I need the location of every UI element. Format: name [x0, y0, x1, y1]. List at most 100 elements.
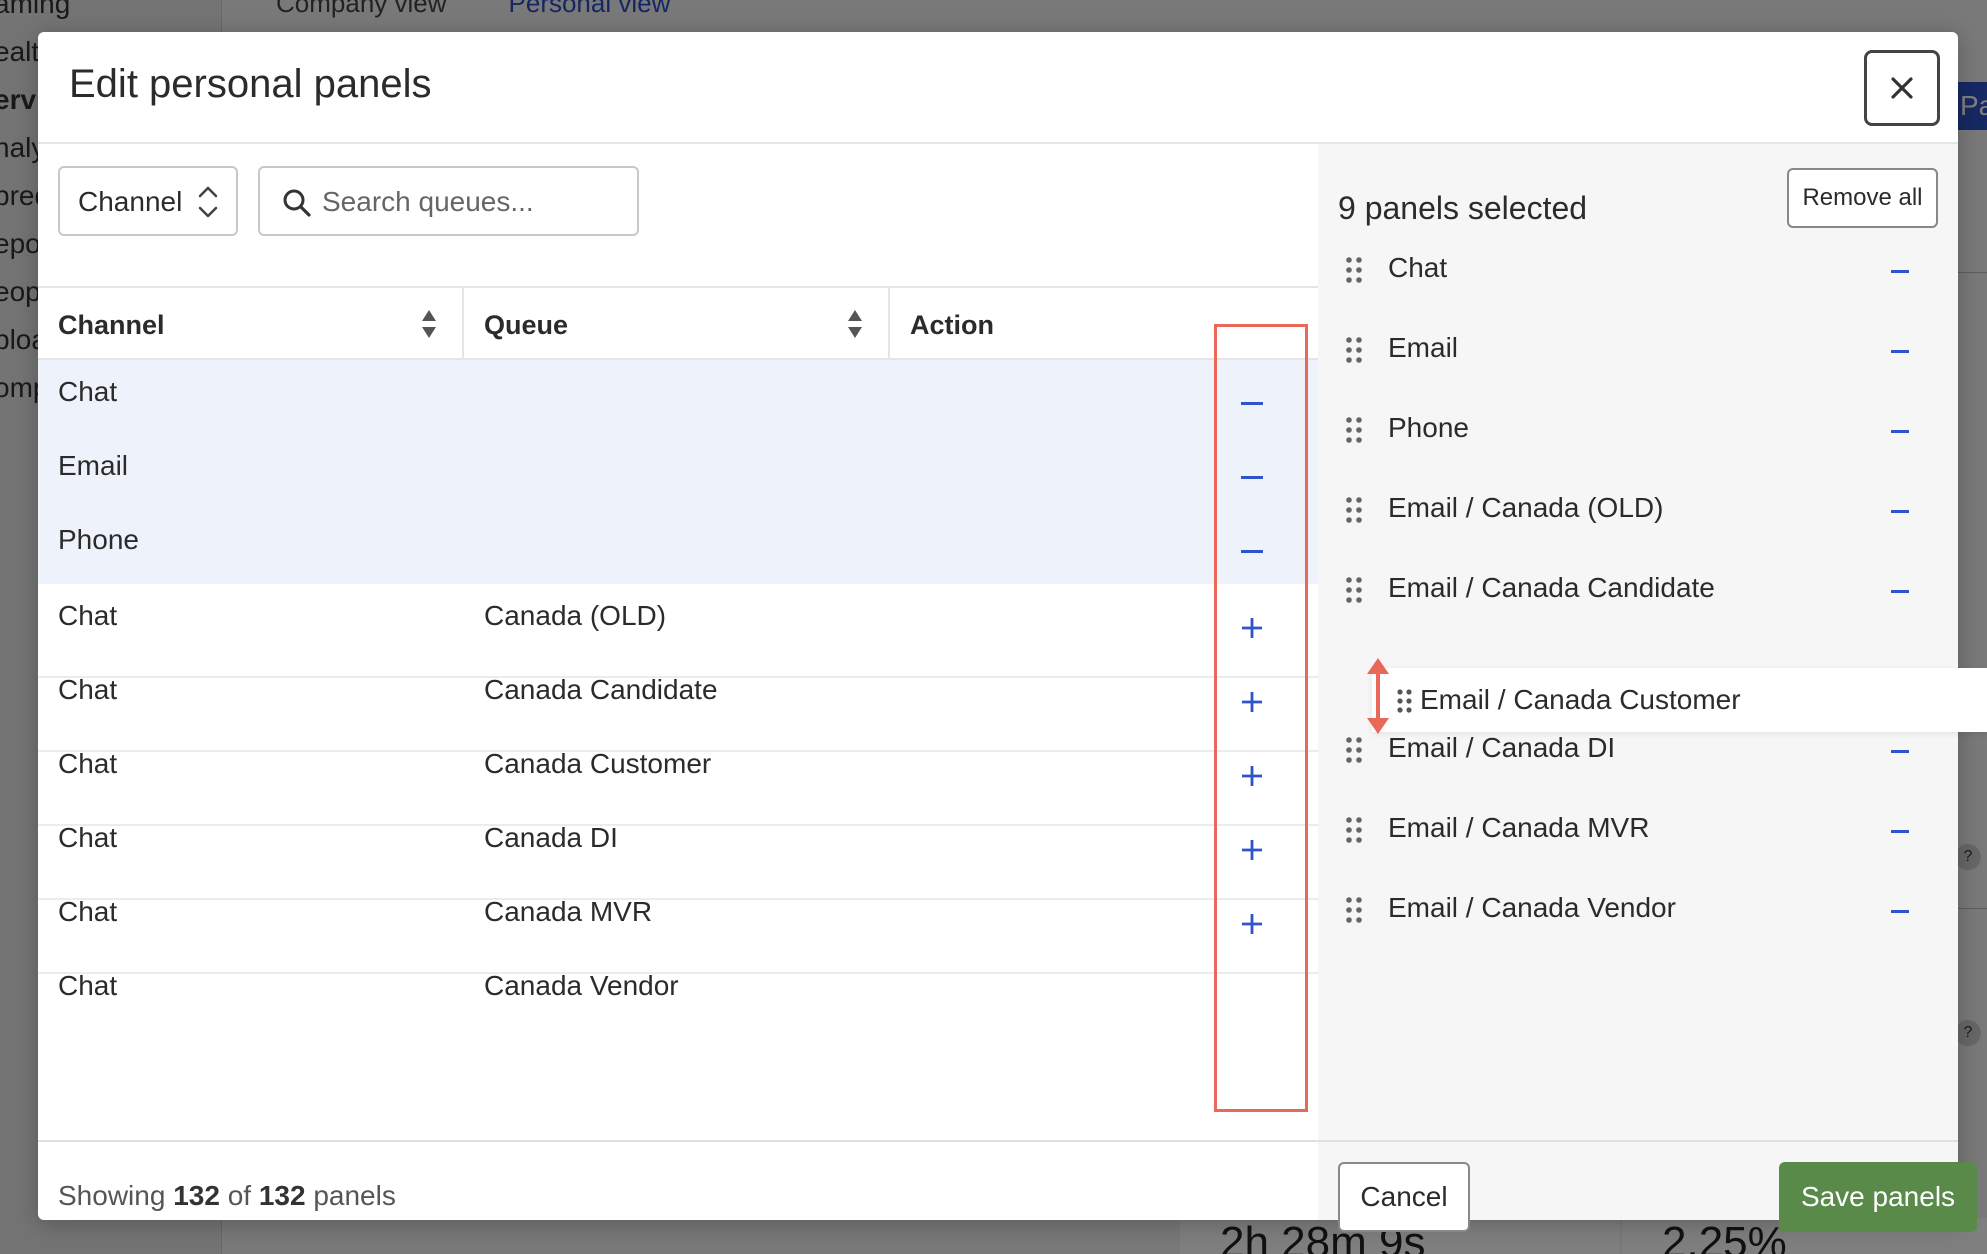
remove-selected-panel-button[interactable] — [1880, 892, 1920, 932]
showing-suffix: panels — [313, 1180, 396, 1211]
selected-panel-label: Email / Canada (OLD) — [1388, 492, 1664, 523]
row-channel: Chat — [58, 376, 118, 407]
column-header-action: Action — [890, 288, 1318, 360]
selected-panel-item[interactable]: Email — [1318, 322, 1958, 382]
column-header-queue[interactable]: Queue — [464, 288, 890, 360]
showing-of: of — [227, 1180, 252, 1211]
column-header-label: Queue — [484, 310, 569, 340]
selected-panel-label: Email — [1388, 332, 1459, 363]
selected-panel-label: Email / Canada Vendor — [1388, 892, 1676, 923]
minus-icon — [1891, 750, 1909, 753]
remove-selected-panel-button[interactable] — [1880, 812, 1920, 852]
drag-handle-icon[interactable] — [1344, 492, 1364, 528]
sort-icon[interactable] — [846, 308, 864, 340]
remove-selected-panel-button[interactable] — [1880, 412, 1920, 452]
table-row: Chat Canada Vendor — [38, 954, 1318, 1048]
drag-handle-icon[interactable] — [1344, 732, 1364, 768]
selected-panel-item[interactable]: Phone — [1318, 402, 1958, 462]
drag-handle-icon[interactable] — [1344, 412, 1364, 448]
modal-header: Edit personal panels — [38, 32, 1958, 144]
row-queue: Canada Vendor — [484, 970, 679, 1001]
remove-all-button[interactable]: Remove all — [1787, 168, 1938, 228]
remove-selected-panel-button[interactable] — [1880, 252, 1920, 292]
drag-handle-icon[interactable] — [1344, 812, 1364, 848]
add-panel-button[interactable] — [1232, 682, 1272, 722]
column-header-label: Channel — [58, 310, 165, 340]
minus-icon — [1891, 350, 1909, 353]
minus-icon — [1891, 270, 1909, 273]
selected-panel-item[interactable]: Email / Canada MVR — [1318, 802, 1958, 862]
remove-panel-button[interactable] — [1232, 384, 1272, 424]
drag-handle-icon[interactable] — [1344, 252, 1364, 288]
minus-icon — [1241, 476, 1263, 479]
drag-handle-icon[interactable] — [1396, 686, 1414, 716]
close-button[interactable] — [1864, 50, 1940, 126]
drag-handle-icon[interactable] — [1344, 572, 1364, 608]
minus-icon — [1241, 402, 1263, 405]
plus-icon — [1242, 766, 1262, 786]
chevron-up-down-icon — [198, 186, 218, 218]
add-panel-button[interactable] — [1232, 904, 1272, 944]
column-header-label: Action — [910, 310, 994, 340]
selected-panel-item[interactable]: Email / Canada (OLD) — [1318, 482, 1958, 542]
channel-filter-select[interactable]: Channel — [58, 166, 238, 236]
row-channel: Chat — [58, 600, 118, 631]
edit-panels-modal: Edit personal panels Channel Channel — [38, 32, 1977, 1232]
add-panel-button[interactable] — [1232, 830, 1272, 870]
available-panels-pane: Channel Channel Queue — [38, 144, 1318, 1220]
plus-icon — [1242, 618, 1262, 638]
minus-icon — [1891, 830, 1909, 833]
close-icon — [1891, 77, 1913, 99]
add-panel-button[interactable] — [1232, 608, 1272, 648]
showing-prefix: Showing — [58, 1180, 166, 1211]
row-channel: Email — [58, 450, 129, 481]
save-panels-button[interactable]: Save panels — [1779, 1162, 1977, 1232]
panels-selected-count: 9 panels selected — [1338, 190, 1588, 226]
dragging-panel-item[interactable]: Email / Canada Customer — [1372, 668, 1987, 732]
row-channel: Chat — [58, 970, 118, 1001]
showing-total: 132 — [258, 1180, 306, 1211]
search-queues-input[interactable] — [322, 180, 622, 224]
column-header-channel[interactable]: Channel — [38, 288, 464, 360]
selected-panel-item[interactable]: Chat — [1318, 242, 1958, 302]
showing-count-text: Showing 132 of 132 panels — [58, 1180, 396, 1212]
add-panel-button[interactable] — [1232, 756, 1272, 796]
remove-panel-button[interactable] — [1232, 532, 1272, 572]
row-queue: Canada DI — [484, 822, 618, 853]
minus-icon — [1241, 550, 1263, 553]
remove-selected-panel-button[interactable] — [1880, 572, 1920, 612]
sort-icon[interactable] — [420, 308, 438, 340]
drag-handle-icon[interactable] — [1344, 332, 1364, 368]
selected-panel-item[interactable]: Email / Canada Candidate — [1318, 562, 1958, 622]
selected-panel-label: Chat — [1388, 252, 1448, 283]
row-queue: Canada Candidate — [484, 674, 718, 705]
table-header: Channel Queue Action — [38, 286, 1318, 360]
minus-icon — [1891, 590, 1909, 593]
divider — [38, 1140, 1318, 1142]
panels-table-body: Chat Email Phone Chat Canada (OLD) Chat … — [38, 360, 1318, 1140]
showing-count: 132 — [173, 1180, 220, 1211]
minus-icon — [1891, 510, 1909, 513]
drag-handle-icon[interactable] — [1344, 892, 1364, 928]
selected-panel-item[interactable]: Email / Canada Vendor — [1318, 882, 1958, 942]
plus-icon — [1242, 692, 1262, 712]
row-channel: Chat — [58, 674, 118, 705]
selected-panel-label: Email / Canada Candidate — [1388, 572, 1715, 603]
row-channel: Phone — [58, 524, 139, 555]
search-icon — [283, 189, 311, 217]
table-row: Phone — [38, 508, 1318, 584]
remove-selected-panel-button[interactable] — [1880, 492, 1920, 532]
cancel-button[interactable]: Cancel — [1338, 1162, 1470, 1232]
row-channel: Chat — [58, 748, 118, 779]
remove-panel-button[interactable] — [1232, 458, 1272, 498]
plus-icon — [1242, 840, 1262, 860]
search-queues-field[interactable] — [258, 166, 639, 236]
minus-icon — [1891, 430, 1909, 433]
filter-select-value: Channel — [78, 186, 183, 217]
remove-selected-panel-button[interactable] — [1880, 732, 1920, 772]
dragging-panel-label: Email / Canada Customer — [1420, 684, 1741, 715]
plus-icon — [1242, 914, 1262, 934]
modal-title: Edit personal panels — [69, 62, 432, 106]
selected-panel-label: Email / Canada MVR — [1388, 812, 1650, 843]
remove-selected-panel-button[interactable] — [1880, 332, 1920, 372]
